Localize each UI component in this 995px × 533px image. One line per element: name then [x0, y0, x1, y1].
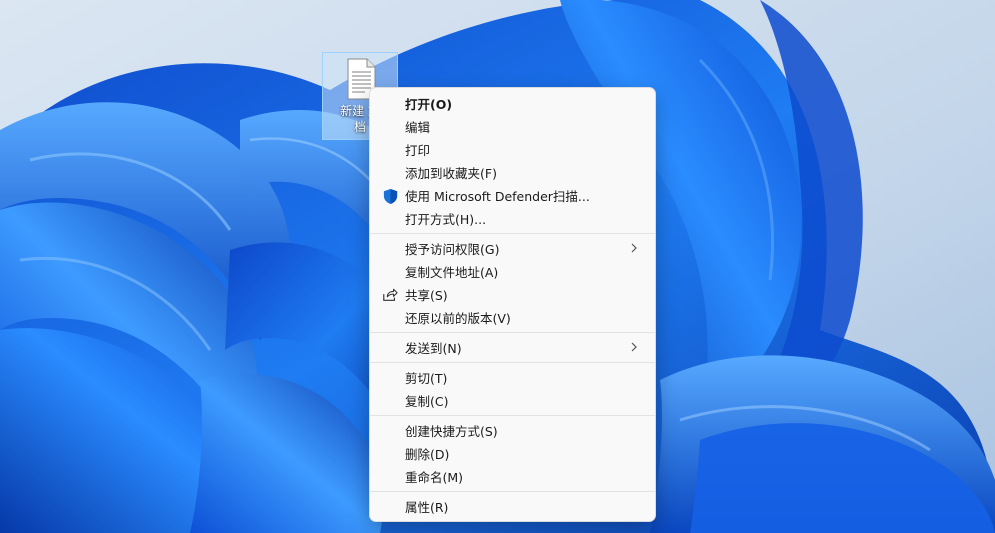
menu-item-label: 授予访问权限(G)	[405, 242, 500, 257]
menu-item-label: 打开方式(H)...	[405, 212, 487, 227]
menu-item-label: 复制(C)	[405, 394, 449, 409]
menu-item-3-0[interactable]: 剪切(T)	[374, 366, 651, 389]
menu-item-4-0[interactable]: 创建快捷方式(S)	[374, 419, 651, 442]
menu-item-label: 使用 Microsoft Defender扫描...	[405, 189, 590, 204]
menu-item-0-5[interactable]: 打开方式(H)...	[374, 207, 651, 230]
menu-item-label: 添加到收藏夹(F)	[405, 166, 497, 181]
menu-item-1-2[interactable]: 共享(S)	[374, 283, 651, 306]
menu-item-label: 还原以前的版本(V)	[405, 311, 511, 326]
menu-item-0-0[interactable]: 打开(O)	[374, 92, 651, 115]
context-menu: 打开(O) 编辑打印添加到收藏夹(F) 使用 Microsoft Defender扫…	[369, 87, 656, 522]
menu-item-2-0[interactable]: 发送到(N)	[374, 336, 651, 359]
menu-separator	[370, 362, 655, 363]
menu-item-1-1[interactable]: 复制文件地址(A)	[374, 260, 651, 283]
menu-separator	[370, 415, 655, 416]
menu-item-label: 创建快捷方式(S)	[405, 424, 498, 439]
chevron-right-icon	[629, 340, 639, 354]
defender-shield-icon	[381, 187, 399, 205]
menu-item-5-0[interactable]: 属性(R)	[374, 495, 651, 518]
menu-separator	[370, 332, 655, 333]
menu-item-label: 打开(O)	[405, 97, 453, 112]
menu-item-label: 删除(D)	[405, 447, 450, 462]
menu-item-label: 属性(R)	[405, 500, 449, 515]
file-name-line-2: 档	[353, 120, 366, 134]
menu-item-1-3[interactable]: 还原以前的版本(V)	[374, 306, 651, 329]
menu-item-4-2[interactable]: 重命名(M)	[374, 465, 651, 488]
menu-item-3-1[interactable]: 复制(C)	[374, 389, 651, 412]
menu-item-label: 共享(S)	[405, 288, 448, 303]
menu-item-0-2[interactable]: 打印	[374, 138, 651, 161]
menu-item-label: 剪切(T)	[405, 371, 448, 386]
menu-item-label: 复制文件地址(A)	[405, 265, 499, 280]
share-icon	[381, 286, 399, 304]
desktop[interactable]: 新建 文 档 打开(O) 编辑 打印 添加到收藏夹(F) 使用 Microsoft De…	[0, 0, 995, 533]
menu-item-0-1[interactable]: 编辑	[374, 115, 651, 138]
menu-item-label: 发送到(N)	[405, 341, 462, 356]
menu-item-label: 打印	[405, 143, 431, 158]
menu-separator	[370, 233, 655, 234]
menu-item-4-1[interactable]: 删除(D)	[374, 442, 651, 465]
menu-item-0-3[interactable]: 添加到收藏夹(F)	[374, 161, 651, 184]
menu-separator	[370, 491, 655, 492]
menu-item-label: 编辑	[405, 120, 431, 135]
chevron-right-icon	[629, 241, 639, 255]
menu-item-label: 重命名(M)	[405, 470, 464, 485]
menu-item-1-0[interactable]: 授予访问权限(G)	[374, 237, 651, 260]
menu-item-0-4[interactable]: 使用 Microsoft Defender扫描...	[374, 184, 651, 207]
